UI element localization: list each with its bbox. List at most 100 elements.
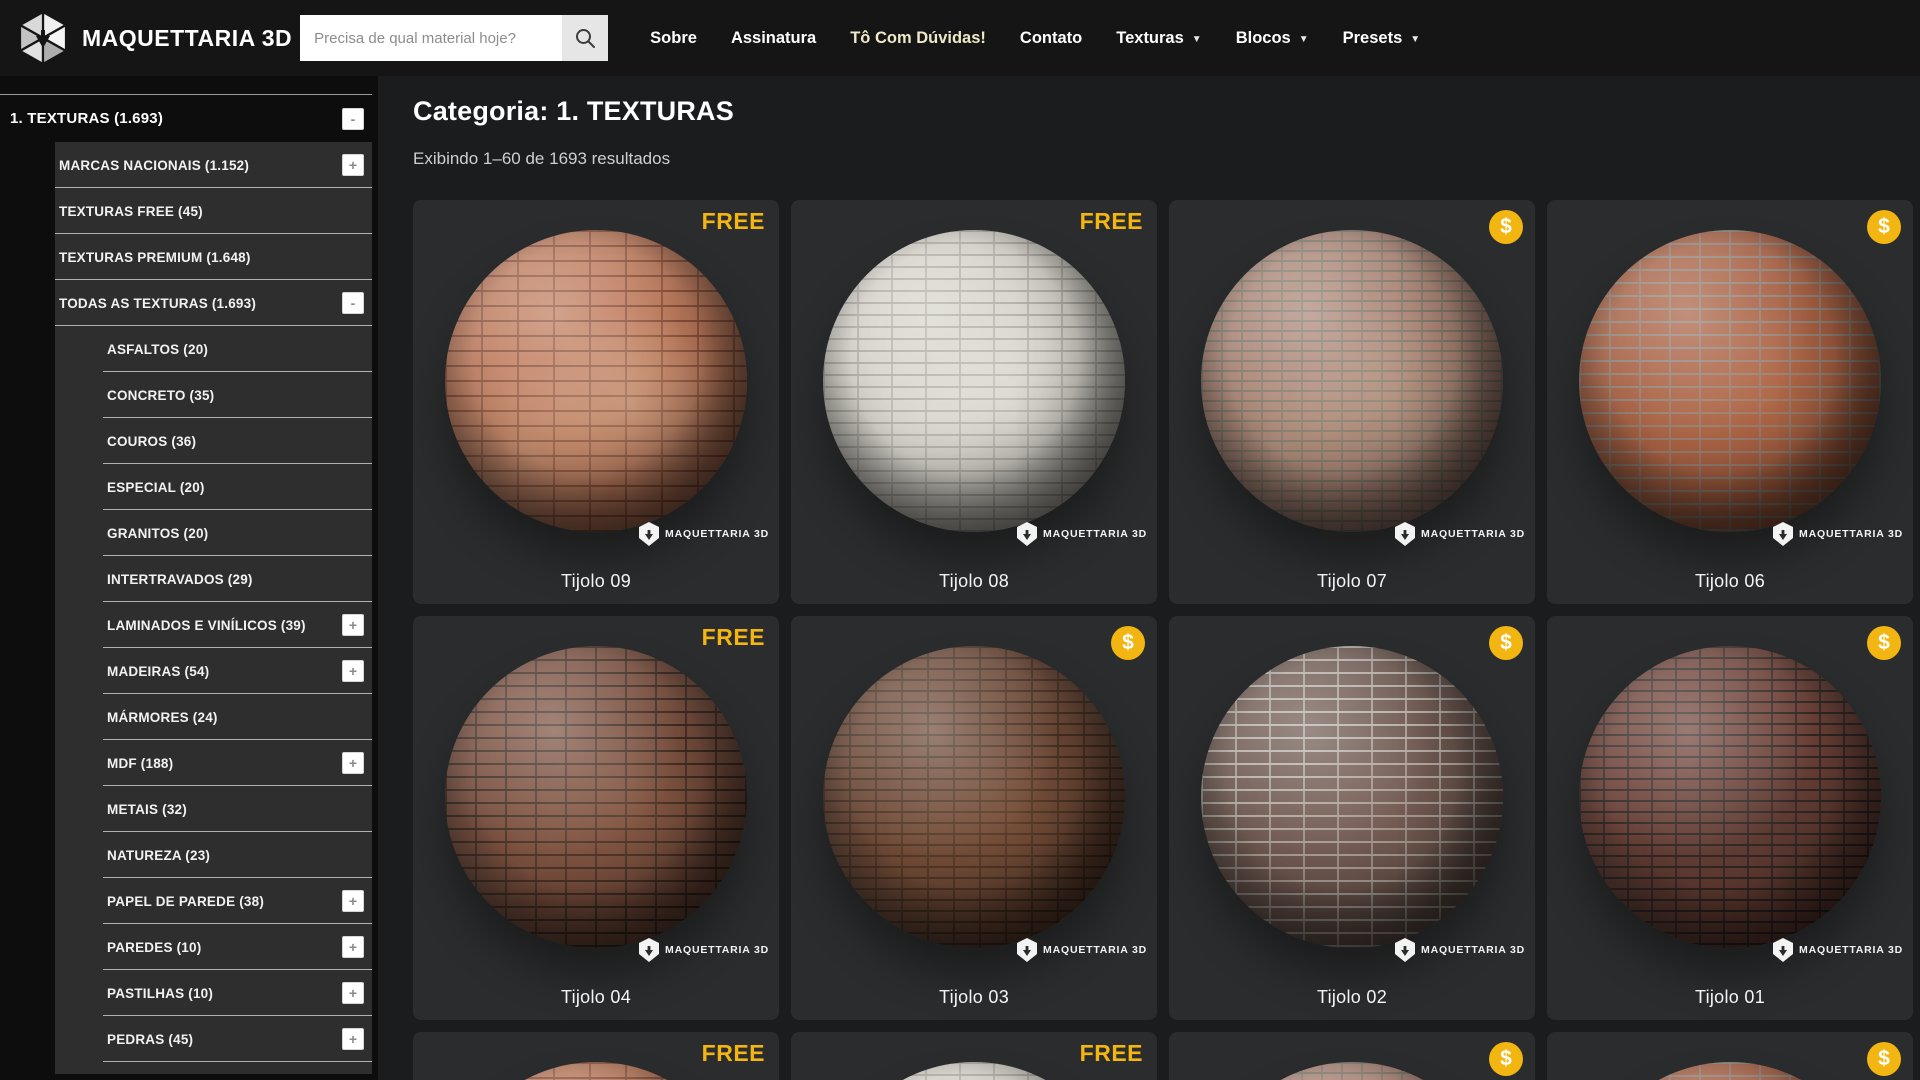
sidebar-item-intertravados-29[interactable]: INTERTRAVADOS (29) bbox=[55, 556, 372, 602]
nav-item-presets[interactable]: Presets ▼ bbox=[1343, 29, 1421, 48]
product-title[interactable]: Tijolo 04 bbox=[413, 974, 779, 1020]
sidebar-item-label: INTERTRAVADOS (29) bbox=[55, 572, 253, 587]
product-title[interactable]: Tijolo 02 bbox=[1169, 974, 1535, 1020]
nav-item-blocos[interactable]: Blocos ▼ bbox=[1236, 29, 1309, 48]
watermark-shield-icon bbox=[1772, 522, 1794, 546]
watermark-shield-icon bbox=[1016, 522, 1038, 546]
watermark: MAQUETTARIA 3D bbox=[638, 938, 769, 962]
nav-item-t-com-d-vidas[interactable]: Tô Com Dúvidas! bbox=[850, 29, 986, 48]
sidebar-item-granitos-20[interactable]: GRANITOS (20) bbox=[55, 510, 372, 556]
texture-preview: FREE $ MAQUETTARIA 3D bbox=[1547, 1032, 1913, 1080]
sidebar-item-label: GRANITOS (20) bbox=[55, 526, 208, 541]
top-navigation-bar: MAQUETTARIA 3D Sobre Assinatura Tô Com D… bbox=[0, 0, 1920, 76]
nav-item-assinatura[interactable]: Assinatura bbox=[731, 29, 816, 48]
texture-sphere bbox=[1201, 230, 1503, 532]
watermark-text: MAQUETTARIA 3D bbox=[1421, 944, 1525, 956]
product-grid-next-row: FREE $ MAQUETTARIA 3D FREE $ bbox=[413, 1032, 1920, 1080]
watermark: MAQUETTARIA 3D bbox=[1772, 522, 1903, 546]
sidebar-item-todas-as-texturas-1-693[interactable]: TODAS AS TEXTURAS (1.693) - bbox=[55, 280, 372, 326]
sidebar-item-pedras-45[interactable]: PEDRAS (45) + bbox=[55, 1016, 372, 1062]
collapse-toggle-button[interactable]: - bbox=[342, 108, 364, 130]
sidebar-item-pastilhas-10[interactable]: PASTILHAS (10) + bbox=[55, 970, 372, 1016]
sidebar-item-label: PAREDES (10) bbox=[55, 940, 201, 955]
nav-item-contato[interactable]: Contato bbox=[1020, 29, 1082, 48]
nav-item-texturas[interactable]: Texturas ▼ bbox=[1116, 29, 1201, 48]
product-grid: FREE $ MAQUETTARIA 3D Tijolo 09 FREE $ bbox=[413, 200, 1920, 1020]
expand-toggle-button[interactable]: + bbox=[342, 660, 364, 682]
texture-sphere bbox=[823, 230, 1125, 532]
sidebar-next-row-sliver bbox=[55, 1062, 372, 1074]
free-badge: FREE bbox=[1080, 1040, 1143, 1067]
texture-preview: FREE $ MAQUETTARIA 3D bbox=[1169, 616, 1535, 974]
free-badge: FREE bbox=[702, 1040, 765, 1067]
product-title[interactable]: Tijolo 01 bbox=[1547, 974, 1913, 1020]
nav-item-label: Texturas bbox=[1116, 29, 1184, 48]
sidebar-item-paredes-10[interactable]: PAREDES (10) + bbox=[55, 924, 372, 970]
search-bar bbox=[300, 15, 608, 61]
product-title[interactable]: Tijolo 03 bbox=[791, 974, 1157, 1020]
product-card-tijolo-04[interactable]: FREE $ MAQUETTARIA 3D Tijolo 04 bbox=[413, 616, 779, 1020]
results-count-text: Exibindo 1–60 de 1693 resultados bbox=[413, 149, 1920, 169]
product-title[interactable]: Tijolo 09 bbox=[413, 558, 779, 604]
product-card[interactable]: FREE $ MAQUETTARIA 3D bbox=[413, 1032, 779, 1080]
sidebar-item-mdf-188[interactable]: MDF (188) + bbox=[55, 740, 372, 786]
expand-toggle-button[interactable]: + bbox=[342, 1028, 364, 1050]
watermark: MAQUETTARIA 3D bbox=[1772, 938, 1903, 962]
sidebar-item-asfaltos-20[interactable]: ASFALTOS (20) bbox=[55, 326, 372, 372]
texture-sphere bbox=[445, 230, 747, 532]
sidebar-item-concreto-35[interactable]: CONCRETO (35) bbox=[55, 372, 372, 418]
expand-toggle-button[interactable]: - bbox=[342, 292, 364, 314]
sidebar-item-papel-de-parede-38[interactable]: PAPEL DE PAREDE (38) + bbox=[55, 878, 372, 924]
sidebar-item-texturas-root[interactable]: 1. TEXTURAS (1.693) - bbox=[0, 95, 378, 142]
expand-toggle-button[interactable]: + bbox=[342, 982, 364, 1004]
watermark: MAQUETTARIA 3D bbox=[1394, 938, 1525, 962]
sidebar-item-label: PAPEL DE PAREDE (38) bbox=[55, 894, 264, 909]
product-title[interactable]: Tijolo 06 bbox=[1547, 558, 1913, 604]
product-card-tijolo-01[interactable]: FREE $ MAQUETTARIA 3D Tijolo 01 bbox=[1547, 616, 1913, 1020]
product-card[interactable]: FREE $ MAQUETTARIA 3D bbox=[1169, 1032, 1535, 1080]
nav-item-sobre[interactable]: Sobre bbox=[650, 29, 697, 48]
product-card[interactable]: FREE $ MAQUETTARIA 3D bbox=[1547, 1032, 1913, 1080]
watermark-shield-icon bbox=[638, 522, 660, 546]
product-card-tijolo-06[interactable]: FREE $ MAQUETTARIA 3D Tijolo 06 bbox=[1547, 200, 1913, 604]
product-card-tijolo-08[interactable]: FREE $ MAQUETTARIA 3D Tijolo 08 bbox=[791, 200, 1157, 604]
expand-toggle-button[interactable]: + bbox=[342, 936, 364, 958]
product-card-tijolo-09[interactable]: FREE $ MAQUETTARIA 3D Tijolo 09 bbox=[413, 200, 779, 604]
sidebar-item-label: MARCAS NACIONAIS (1.152) bbox=[55, 158, 249, 173]
nav-item-label: Assinatura bbox=[731, 29, 816, 48]
product-card-tijolo-02[interactable]: FREE $ MAQUETTARIA 3D Tijolo 02 bbox=[1169, 616, 1535, 1020]
product-card[interactable]: FREE $ MAQUETTARIA 3D bbox=[791, 1032, 1157, 1080]
product-card-tijolo-07[interactable]: FREE $ MAQUETTARIA 3D Tijolo 07 bbox=[1169, 200, 1535, 604]
texture-preview: FREE $ MAQUETTARIA 3D bbox=[413, 616, 779, 974]
sidebar-item-especial-20[interactable]: ESPECIAL (20) bbox=[55, 464, 372, 510]
sidebar-item-metais-32[interactable]: METAIS (32) bbox=[55, 786, 372, 832]
expand-toggle-button[interactable]: + bbox=[342, 890, 364, 912]
texture-sphere bbox=[445, 646, 747, 948]
expand-toggle-button[interactable]: + bbox=[342, 154, 364, 176]
texture-sphere bbox=[1579, 1062, 1881, 1080]
sidebar-item-laminados-e-vin-licos-39[interactable]: LAMINADOS E VINÍLICOS (39) + bbox=[55, 602, 372, 648]
expand-toggle-button[interactable]: + bbox=[342, 614, 364, 636]
site-logo[interactable]: MAQUETTARIA 3D bbox=[14, 10, 292, 66]
product-title[interactable]: Tijolo 07 bbox=[1169, 558, 1535, 604]
search-input[interactable] bbox=[300, 15, 562, 61]
sidebar-item-madeiras-54[interactable]: MADEIRAS (54) + bbox=[55, 648, 372, 694]
free-badge: FREE bbox=[702, 624, 765, 651]
product-card-tijolo-03[interactable]: FREE $ MAQUETTARIA 3D Tijolo 03 bbox=[791, 616, 1157, 1020]
sidebar-item-m-rmores-24[interactable]: MÁRMORES (24) bbox=[55, 694, 372, 740]
sidebar-item-texturas-premium-1-648[interactable]: TEXTURAS PREMIUM (1.648) bbox=[55, 234, 372, 280]
sidebar-item-marcas-nacionais-1-152[interactable]: MARCAS NACIONAIS (1.152) + bbox=[55, 142, 372, 188]
sidebar-item-natureza-23[interactable]: NATUREZA (23) bbox=[55, 832, 372, 878]
sidebar-item-texturas-free-45[interactable]: TEXTURAS FREE (45) bbox=[55, 188, 372, 234]
expand-toggle-button[interactable]: + bbox=[342, 752, 364, 774]
watermark-shield-icon bbox=[1394, 938, 1416, 962]
search-button[interactable] bbox=[562, 15, 608, 61]
nav-item-label: Sobre bbox=[650, 29, 697, 48]
logo-cube-icon bbox=[14, 10, 72, 66]
texture-preview: FREE $ MAQUETTARIA 3D bbox=[791, 1032, 1157, 1080]
sidebar-item-couros-36[interactable]: COUROS (36) bbox=[55, 418, 372, 464]
watermark: MAQUETTARIA 3D bbox=[1016, 938, 1147, 962]
watermark: MAQUETTARIA 3D bbox=[638, 522, 769, 546]
product-title[interactable]: Tijolo 08 bbox=[791, 558, 1157, 604]
premium-dollar-badge: $ bbox=[1867, 1042, 1901, 1076]
